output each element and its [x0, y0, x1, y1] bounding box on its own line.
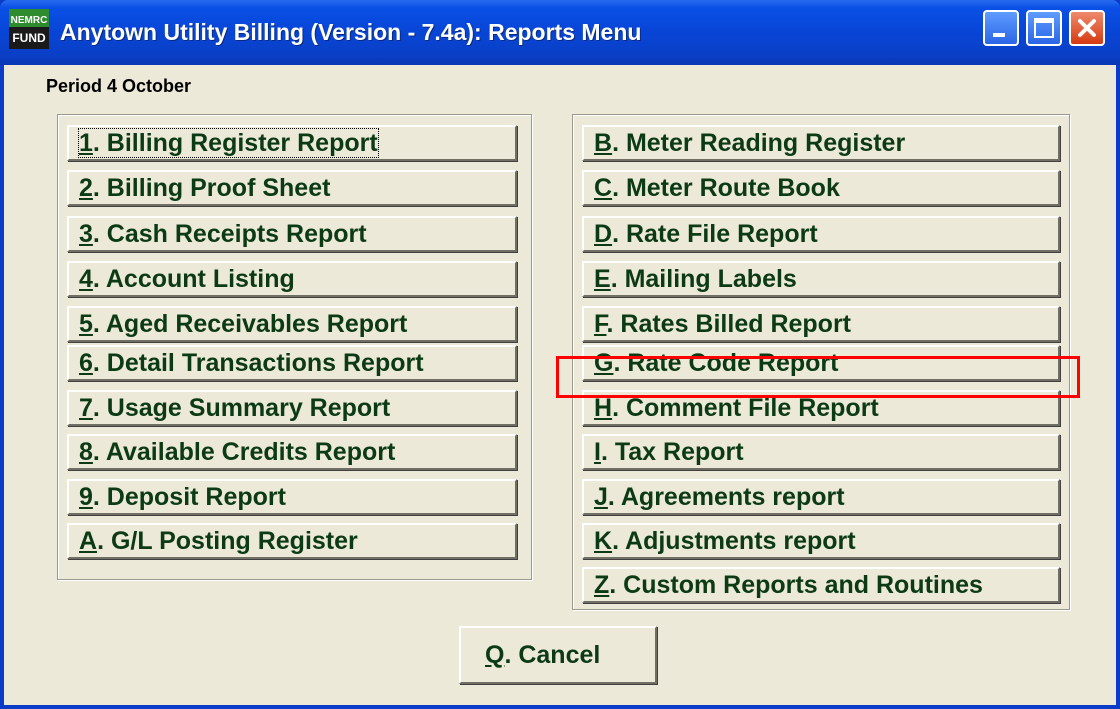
usage-summary-report-button[interactable]: 7. Usage Summary Report: [67, 390, 517, 426]
custom-reports-and-routines-button[interactable]: Z. Custom Reports and Routines: [582, 567, 1060, 603]
title-bar[interactable]: NEMRC FUND Anytown Utility Billing (Vers…: [0, 0, 1120, 65]
billing-register-report-button[interactable]: 1. Billing Register Report: [67, 125, 517, 161]
meter-route-book-button[interactable]: C. Meter Route Book: [582, 170, 1060, 206]
rates-billed-report-button[interactable]: F. Rates Billed Report: [582, 306, 1060, 342]
aged-receivables-report-button[interactable]: 5. Aged Receivables Report: [67, 306, 517, 342]
minimize-icon: [993, 33, 1005, 37]
app-icon-bottom-text: FUND: [12, 31, 46, 45]
comment-file-report-button[interactable]: H. Comment File Report: [582, 390, 1060, 426]
tax-report-button[interactable]: I. Tax Report: [582, 434, 1060, 470]
minimize-button[interactable]: [983, 10, 1019, 46]
adjustments-report-button[interactable]: K. Adjustments report: [582, 523, 1060, 559]
application-window: NEMRC FUND Anytown Utility Billing (Vers…: [0, 0, 1120, 709]
rate-code-report-button[interactable]: G. Rate Code Report: [582, 345, 1060, 381]
period-label: Period 4 October: [46, 76, 192, 96]
cancel-button[interactable]: Q. Cancel: [459, 626, 657, 684]
gl-posting-register-button[interactable]: A. G/L Posting Register: [67, 523, 517, 559]
window-title: Anytown Utility Billing (Version - 7.4a)…: [60, 19, 642, 45]
agreements-report-button[interactable]: J. Agreements report: [582, 479, 1060, 515]
cash-receipts-report-button[interactable]: 3. Cash Receipts Report: [67, 216, 517, 252]
maximize-icon: [1034, 18, 1054, 38]
close-icon: [1078, 19, 1096, 37]
account-listing-button[interactable]: 4. Account Listing: [67, 261, 517, 297]
billing-proof-sheet-button[interactable]: 2. Billing Proof Sheet: [67, 170, 517, 206]
available-credits-report-button[interactable]: 8. Available Credits Report: [67, 434, 517, 470]
rate-file-report-button[interactable]: D. Rate File Report: [582, 216, 1060, 252]
meter-reading-register-button[interactable]: B. Meter Reading Register: [582, 125, 1060, 161]
detail-transactions-report-button[interactable]: 6. Detail Transactions Report: [67, 345, 517, 381]
maximize-button[interactable]: [1026, 10, 1062, 46]
app-icon-top-text: NEMRC: [11, 15, 48, 26]
mailing-labels-button[interactable]: E. Mailing Labels: [582, 261, 1060, 297]
deposit-report-button[interactable]: 9. Deposit Report: [67, 479, 517, 515]
close-button[interactable]: [1069, 10, 1105, 46]
app-icon[interactable]: NEMRC FUND: [9, 9, 49, 49]
